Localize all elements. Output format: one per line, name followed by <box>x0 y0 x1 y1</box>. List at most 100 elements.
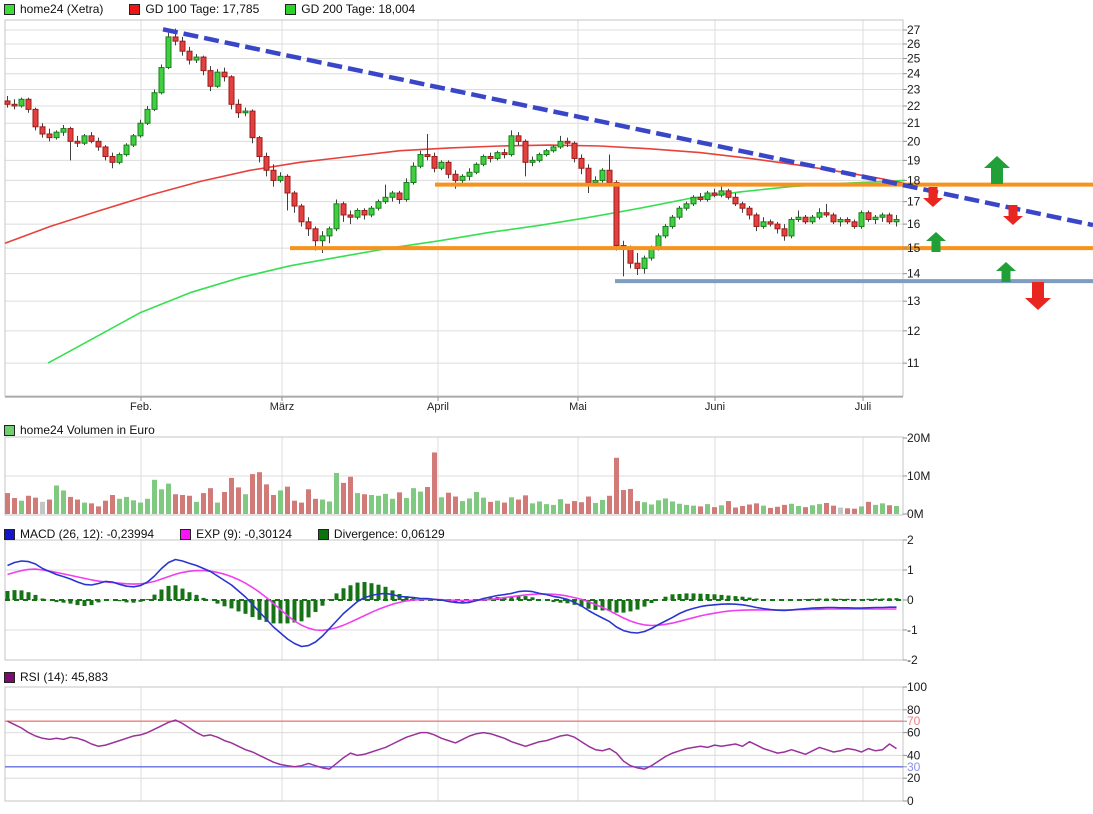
volume-bar <box>26 496 31 514</box>
macd-panel-legend: MACD (26, 12): -0,23994 EXP (9): -0,3012… <box>4 527 445 541</box>
candle <box>215 72 220 86</box>
volume-bar <box>817 504 822 514</box>
divergence-bar <box>139 600 143 602</box>
candle <box>180 41 185 51</box>
volume-bar <box>145 499 150 514</box>
candle <box>103 147 108 157</box>
volume-bar <box>488 502 493 514</box>
candle <box>390 193 395 197</box>
candle <box>754 215 759 226</box>
divergence-bar <box>349 585 353 600</box>
divergence-bar <box>118 600 122 601</box>
legend-item-rsi: RSI (14): 45,883 <box>4 670 108 684</box>
price-tick-label: 15 <box>907 241 921 255</box>
volume-tick-label: 20M <box>907 431 930 445</box>
candle <box>138 123 143 136</box>
volume-tick-label: 0M <box>907 507 924 521</box>
candle <box>523 141 528 162</box>
candle <box>376 202 381 209</box>
candle <box>495 153 500 159</box>
candle <box>432 156 437 168</box>
candle <box>229 77 234 104</box>
price-tick-label: 19 <box>907 153 921 167</box>
candle <box>40 127 45 134</box>
divergence-bar <box>153 595 157 600</box>
divergence-bar <box>706 594 710 600</box>
rsi-tick-label: 60 <box>907 726 921 740</box>
candle <box>894 220 899 222</box>
volume-bar <box>614 458 619 514</box>
divergence-bar <box>650 600 654 603</box>
volume-bar <box>628 489 633 514</box>
candle <box>481 156 486 164</box>
gd100-swatch-icon <box>129 4 140 15</box>
divergence-bar <box>860 599 864 600</box>
candle <box>355 210 360 217</box>
divergence-bar <box>608 600 612 611</box>
volume-bar <box>383 494 388 514</box>
volume-bar <box>474 492 479 514</box>
candle <box>166 37 171 68</box>
candle <box>404 182 409 199</box>
candle <box>236 104 241 112</box>
price-tick-label: 23 <box>907 82 921 96</box>
divergence-bar <box>125 600 129 602</box>
candle <box>117 155 122 163</box>
volume-bar <box>397 492 402 514</box>
candle <box>747 208 752 215</box>
volume-bar <box>75 500 80 514</box>
volume-bar <box>677 504 682 514</box>
legend-item-volume: home24 Volumen in Euro <box>4 423 155 437</box>
volume-bar <box>852 509 857 514</box>
candle <box>54 132 59 137</box>
candle <box>733 197 738 204</box>
volume-bar <box>208 488 213 514</box>
candle <box>670 217 675 226</box>
volume-bar <box>544 504 549 514</box>
candle <box>586 168 591 182</box>
candle <box>131 136 136 145</box>
volume-bar <box>810 505 815 514</box>
volume-bar <box>579 502 584 514</box>
chart-canvas: 2726252423222120191817161514131211Feb.Mä… <box>0 0 1093 814</box>
divergence-bar <box>237 600 241 611</box>
volume-bar <box>642 502 647 514</box>
volume-bar <box>565 504 570 514</box>
legend-label: GD 100 Tage: 17,785 <box>145 2 259 16</box>
volume-bar <box>782 505 787 514</box>
price-tick-label: 11 <box>907 356 920 370</box>
candle <box>628 248 633 263</box>
volume-bar <box>54 486 59 515</box>
volume-bar <box>411 488 416 514</box>
candle <box>824 213 829 215</box>
divergence-bar <box>55 600 59 602</box>
macd-tick-label: -1 <box>907 623 918 637</box>
candle <box>796 217 801 219</box>
legend-label: Divergence: 0,06129 <box>334 527 445 541</box>
candle <box>488 156 493 158</box>
divergence-bar <box>181 589 185 600</box>
candle <box>768 222 773 224</box>
month-tick-label: Juli <box>855 401 872 413</box>
volume-bar <box>131 500 136 514</box>
volume-bar <box>740 506 745 514</box>
volume-bar <box>586 497 591 514</box>
candle <box>817 213 822 218</box>
price-tick-label: 14 <box>907 267 921 281</box>
rsi-panel <box>5 687 903 801</box>
legend-item-gd200: GD 200 Tage: 18,004 <box>285 2 415 16</box>
divergence-bar <box>720 595 724 600</box>
legend-label: home24 (Xetra) <box>20 2 103 16</box>
divergence-bar <box>888 598 892 600</box>
candle <box>82 136 87 143</box>
volume-panel-legend: home24 Volumen in Euro <box>4 423 155 437</box>
candle <box>243 111 248 113</box>
volume-bar <box>159 489 164 514</box>
volume-bar <box>775 507 780 514</box>
volume-bar <box>369 495 374 514</box>
candle <box>593 180 598 182</box>
divergence-bar <box>34 595 38 600</box>
candle <box>789 220 794 236</box>
exp-swatch-icon <box>180 529 191 540</box>
volume-bar <box>621 490 626 514</box>
